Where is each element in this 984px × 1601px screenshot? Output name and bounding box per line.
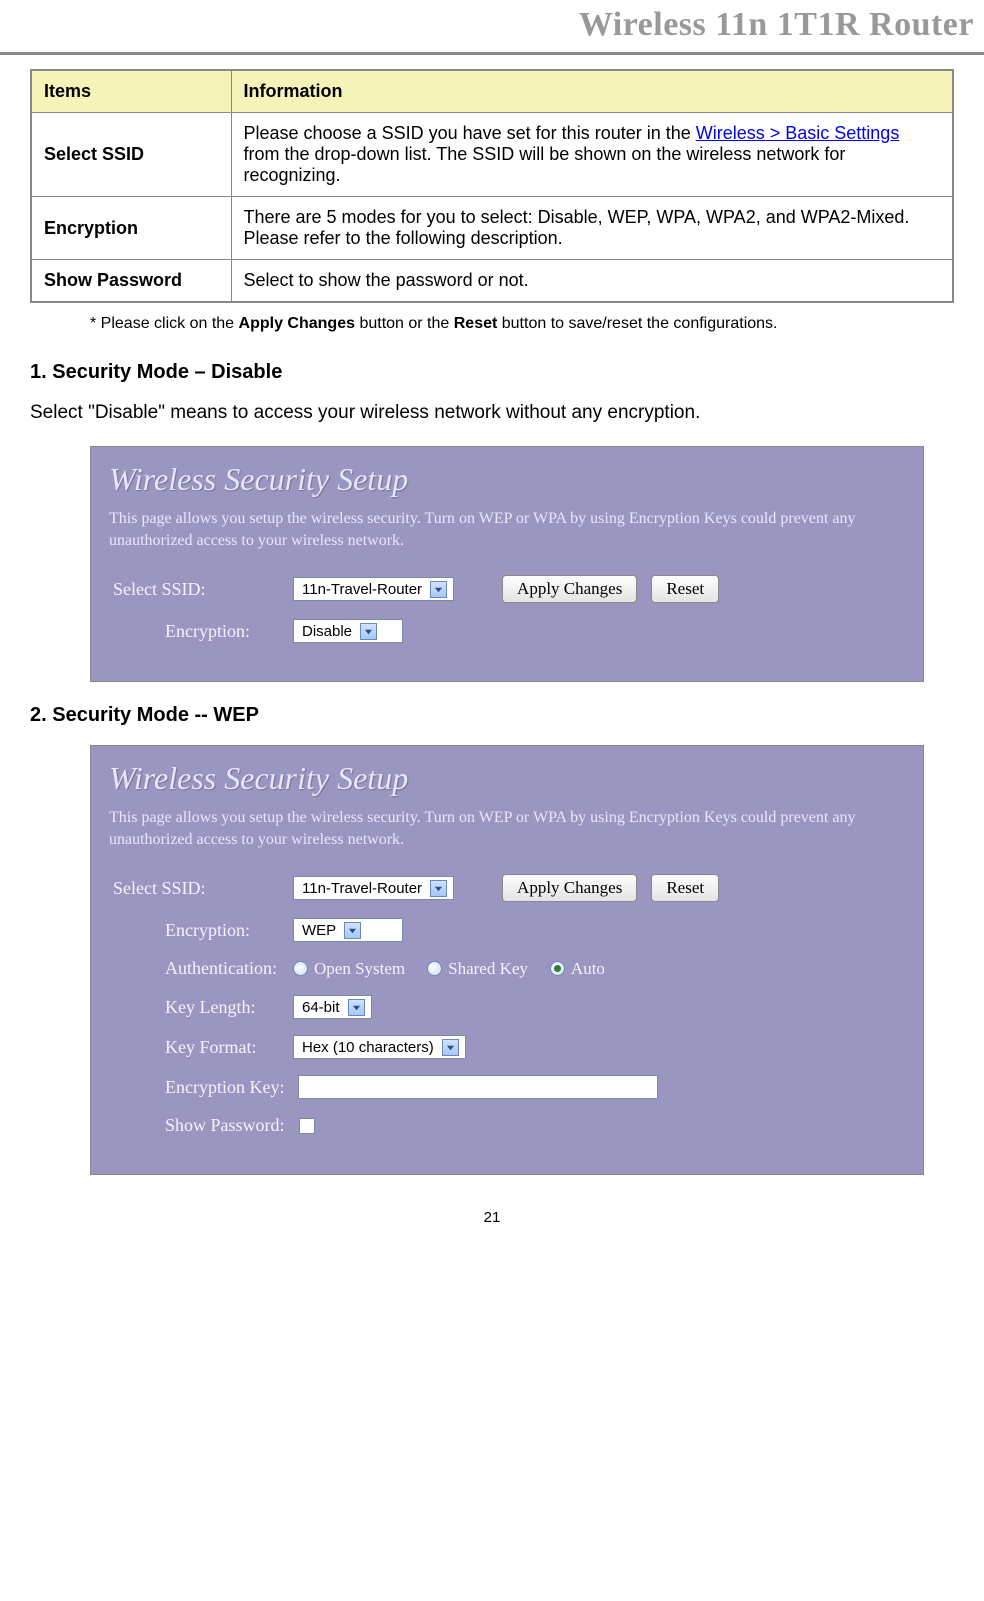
ssid-dropdown[interactable]: 11n-Travel-Router bbox=[293, 876, 454, 900]
label-encryption: Encryption: bbox=[109, 621, 279, 642]
info-table: Items Information Select SSID Please cho… bbox=[30, 69, 954, 303]
chevron-down-icon bbox=[430, 581, 447, 598]
authentication-radio-group: Open System Shared Key Auto bbox=[293, 959, 605, 979]
radio-auto[interactable]: Auto bbox=[550, 959, 605, 979]
key-length-dropdown[interactable]: 64-bit bbox=[293, 995, 372, 1019]
row-encryption: Encryption: WEP bbox=[109, 918, 905, 942]
table-header-information: Information bbox=[231, 70, 953, 113]
security-panel-disable: Wireless Security Setup This page allows… bbox=[90, 446, 924, 682]
row-show-password: Show Password: bbox=[109, 1115, 905, 1136]
page-header: Wireless 11n 1T1R Router bbox=[0, 0, 984, 55]
row-select-ssid: Select SSID: 11n-Travel-Router Apply Cha… bbox=[109, 874, 905, 902]
radio-label: Open System bbox=[314, 959, 405, 979]
apply-changes-button[interactable]: Apply Changes bbox=[502, 575, 637, 603]
show-password-checkbox[interactable] bbox=[299, 1118, 315, 1134]
cell-info: Select to show the password or not. bbox=[231, 260, 953, 303]
ssid-dropdown-value: 11n-Travel-Router bbox=[302, 880, 422, 897]
table-row: Show Password Select to show the passwor… bbox=[31, 260, 953, 303]
table-row: Encryption There are 5 modes for you to … bbox=[31, 197, 953, 260]
section-heading-disable: 1. Security Mode – Disable bbox=[30, 361, 954, 384]
chevron-down-icon bbox=[348, 999, 365, 1016]
row-key-length: Key Length: 64-bit bbox=[109, 995, 905, 1019]
section-heading-wep: 2. Security Mode -- WEP bbox=[30, 704, 954, 727]
cell-text-post: from the drop-down list. The SSID will b… bbox=[244, 144, 846, 185]
panel-title: Wireless Security Setup bbox=[109, 760, 905, 797]
label-select-ssid: Select SSID: bbox=[109, 878, 279, 899]
table-row: Select SSID Please choose a SSID you hav… bbox=[31, 113, 953, 197]
note-mid: button or the bbox=[355, 315, 454, 332]
row-select-ssid: Select SSID: 11n-Travel-Router Apply Cha… bbox=[109, 575, 905, 603]
link-wireless-basic-settings[interactable]: Wireless > Basic Settings bbox=[696, 123, 900, 143]
radio-label: Auto bbox=[571, 959, 605, 979]
chevron-down-icon bbox=[442, 1039, 459, 1056]
note-bold-apply: Apply Changes bbox=[239, 315, 355, 332]
radio-label: Shared Key bbox=[448, 959, 528, 979]
key-length-value: 64-bit bbox=[302, 999, 340, 1016]
label-key-length: Key Length: bbox=[109, 997, 279, 1018]
cell-item: Show Password bbox=[31, 260, 231, 303]
chevron-down-icon bbox=[360, 623, 377, 640]
label-encryption: Encryption: bbox=[109, 920, 279, 941]
encryption-key-input[interactable] bbox=[298, 1075, 658, 1099]
encryption-dropdown[interactable]: WEP bbox=[293, 918, 403, 942]
radio-icon bbox=[550, 961, 565, 976]
row-encryption-key: Encryption Key: bbox=[109, 1075, 905, 1099]
cell-item: Select SSID bbox=[31, 113, 231, 197]
page-title: Wireless 11n 1T1R Router bbox=[579, 6, 974, 43]
table-header-items: Items bbox=[31, 70, 231, 113]
radio-icon bbox=[427, 961, 442, 976]
note-post: button to save/reset the configurations. bbox=[497, 315, 777, 332]
section-text-disable: Select "Disable" means to access your wi… bbox=[30, 402, 954, 424]
note-bold-reset: Reset bbox=[454, 315, 498, 332]
key-format-value: Hex (10 characters) bbox=[302, 1039, 434, 1056]
row-encryption: Encryption: Disable bbox=[109, 619, 905, 643]
footnote: * Please click on the Apply Changes butt… bbox=[90, 315, 954, 333]
chevron-down-icon bbox=[344, 922, 361, 939]
encryption-dropdown-value: Disable bbox=[302, 623, 352, 640]
chevron-down-icon bbox=[430, 880, 447, 897]
ssid-dropdown-value: 11n-Travel-Router bbox=[302, 581, 422, 598]
content-area: Items Information Select SSID Please cho… bbox=[0, 55, 984, 1175]
label-select-ssid: Select SSID: bbox=[109, 579, 279, 600]
label-authentication: Authentication: bbox=[109, 958, 279, 979]
page-number: 21 bbox=[0, 1209, 984, 1236]
radio-open-system[interactable]: Open System bbox=[293, 959, 405, 979]
ssid-dropdown[interactable]: 11n-Travel-Router bbox=[293, 577, 454, 601]
note-pre: * Please click on the bbox=[90, 315, 239, 332]
radio-icon bbox=[293, 961, 308, 976]
panel-description: This page allows you setup the wireless … bbox=[109, 807, 905, 850]
panel-title: Wireless Security Setup bbox=[109, 461, 905, 498]
row-authentication: Authentication: Open System Shared Key A… bbox=[109, 958, 905, 979]
cell-info: Please choose a SSID you have set for th… bbox=[231, 113, 953, 197]
key-format-dropdown[interactable]: Hex (10 characters) bbox=[293, 1035, 466, 1059]
radio-shared-key[interactable]: Shared Key bbox=[427, 959, 528, 979]
cell-info: There are 5 modes for you to select: Dis… bbox=[231, 197, 953, 260]
label-key-format: Key Format: bbox=[109, 1037, 279, 1058]
security-panel-wep: Wireless Security Setup This page allows… bbox=[90, 745, 924, 1175]
label-encryption-key: Encryption Key: bbox=[109, 1077, 284, 1098]
label-show-password: Show Password: bbox=[109, 1115, 285, 1136]
panel-description: This page allows you setup the wireless … bbox=[109, 508, 905, 551]
encryption-dropdown[interactable]: Disable bbox=[293, 619, 403, 643]
cell-text-pre: Please choose a SSID you have set for th… bbox=[244, 123, 696, 143]
row-key-format: Key Format: Hex (10 characters) bbox=[109, 1035, 905, 1059]
cell-item: Encryption bbox=[31, 197, 231, 260]
encryption-dropdown-value: WEP bbox=[302, 922, 336, 939]
reset-button[interactable]: Reset bbox=[651, 874, 719, 902]
apply-changes-button[interactable]: Apply Changes bbox=[502, 874, 637, 902]
reset-button[interactable]: Reset bbox=[651, 575, 719, 603]
